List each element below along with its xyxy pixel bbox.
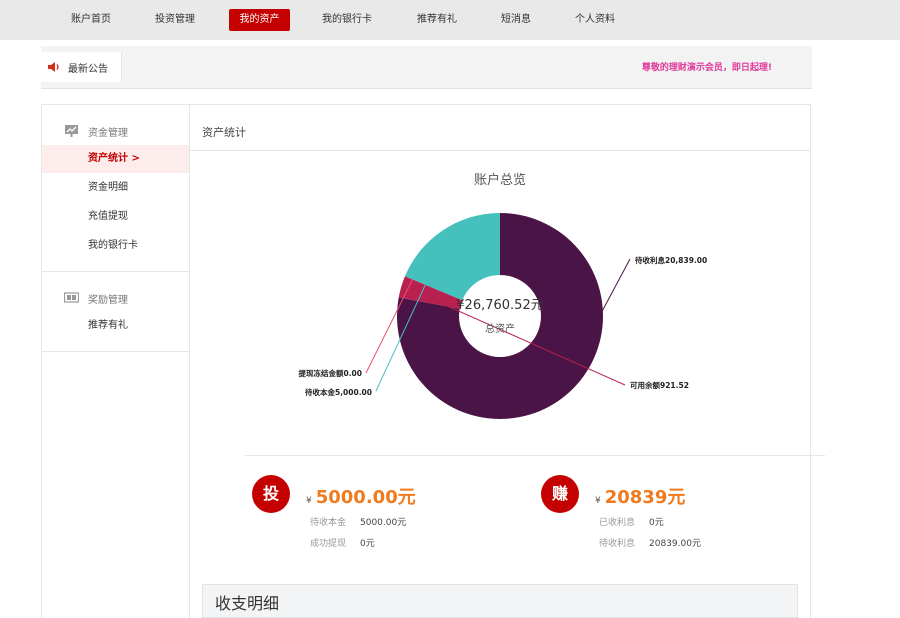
speaker-icon: [48, 62, 59, 72]
earn-summary-card: 赚 ¥20839元 已收利息 0元 待收利息 20839.00元: [541, 475, 801, 555]
sidebar-divider: [42, 271, 189, 272]
sidebar-group-fund-management: 资金管理: [42, 121, 189, 141]
earn-amount-value: 20839元: [604, 487, 686, 508]
sidebar-item-bank-cards[interactable]: 我的银行卡: [42, 232, 189, 260]
earn-row-pending-interest: 待收利息 20839.00元: [599, 536, 701, 549]
sidebar-group-title: 奖励管理: [88, 295, 128, 306]
nav-item-messages[interactable]: 短消息: [491, 9, 541, 31]
earn-row-received-interest: 已收利息 0元: [599, 515, 664, 528]
notice-tab-label: 最新公告: [68, 64, 108, 75]
invest-row-withdrawn: 成功提现 0元: [310, 536, 375, 549]
chart-center-value: ¥26,760.52元: [456, 298, 543, 313]
slice-frozen-withdrawal-label: 提现冻结金额0.00: [298, 368, 362, 378]
reward-management-icon: [64, 292, 79, 303]
sidebar-group-title: 资金管理: [88, 128, 128, 139]
slice-pending-principal-label: 待收本金5,000.00: [304, 387, 372, 397]
invest-summary-card: 投 ¥5000.00元 待收本金 5000.00元 成功提现 0元: [252, 475, 512, 555]
invest-row-pending-principal: 待收本金 5000.00元: [310, 515, 406, 528]
details-title: 收支明细: [215, 594, 280, 613]
slice-available-balance-label: 可用余额921.52: [630, 380, 689, 390]
earn-amount: ¥20839元: [595, 483, 685, 509]
row-value: 0元: [649, 518, 664, 528]
row-key: 已收利息: [599, 518, 636, 528]
content-area: 资产统计 账户总览 待收利息20,839.00 可用余额921.52 提现冻结金额0…: [190, 105, 825, 618]
sidebar: 资金管理 资产统计 > 资金明细 充值提现 我的银行卡 奖励管理 推荐有礼: [42, 105, 190, 618]
invest-amount-value: 5000.00元: [315, 487, 416, 508]
row-key: 成功提现: [310, 539, 347, 549]
sidebar-group-reward-management: 奖励管理: [42, 288, 189, 308]
account-overview-donut-chart: 待收利息20,839.00 可用余额921.52 提现冻结金额0.00 待收本金5,0…: [298, 213, 707, 419]
currency-symbol: ¥: [595, 496, 601, 506]
row-value: 5000.00元: [360, 518, 407, 528]
nav-item-account-home[interactable]: 账户首页: [62, 9, 120, 31]
row-key: 待收本金: [310, 518, 347, 528]
nav-item-bank-cards[interactable]: 我的银行卡: [314, 9, 380, 31]
currency-symbol: ¥: [306, 496, 312, 506]
chart-center-label: 总资产: [485, 322, 515, 335]
section-divider: [245, 455, 825, 456]
notice-bar: 最新公告 尊敬的理财演示会员，即日起理!: [41, 46, 812, 89]
sidebar-divider: [42, 351, 189, 352]
earn-badge: 赚: [541, 475, 579, 513]
fund-management-icon: [65, 125, 78, 137]
nav-item-my-assets[interactable]: 我的资产: [229, 9, 290, 31]
notice-tab[interactable]: 最新公告: [41, 52, 122, 82]
invest-amount: ¥5000.00元: [306, 483, 416, 509]
slice-pending-interest-label: 待收利息20,839.00: [634, 255, 707, 265]
main-container: 资金管理 资产统计 > 资金明细 充值提现 我的银行卡 奖励管理 推荐有礼 资产…: [41, 104, 825, 618]
nav-item-profile[interactable]: 个人资料: [566, 9, 624, 31]
notice-message[interactable]: 尊敬的理财演示会员，即日起理!: [642, 60, 772, 73]
top-nav: 账户首页 投资管理 我的资产 我的银行卡 推荐有礼 短消息 个人资料: [0, 0, 900, 40]
income-expense-details-header: 收支明细: [202, 584, 798, 618]
nav-item-referral[interactable]: 推荐有礼: [408, 9, 466, 31]
row-key: 待收利息: [599, 539, 636, 549]
row-value: 0元: [360, 539, 375, 549]
sidebar-item-fund-details[interactable]: 资金明细: [42, 174, 189, 202]
sidebar-item-referral[interactable]: 推荐有礼: [42, 312, 189, 340]
nav-item-investment[interactable]: 投资管理: [146, 9, 204, 31]
sidebar-item-asset-stats[interactable]: 资产统计 >: [42, 145, 189, 173]
sidebar-item-deposit-withdraw[interactable]: 充值提现: [42, 203, 189, 231]
invest-badge: 投: [252, 475, 290, 513]
row-value: 20839.00元: [649, 539, 701, 549]
donut-hole: [459, 275, 541, 357]
